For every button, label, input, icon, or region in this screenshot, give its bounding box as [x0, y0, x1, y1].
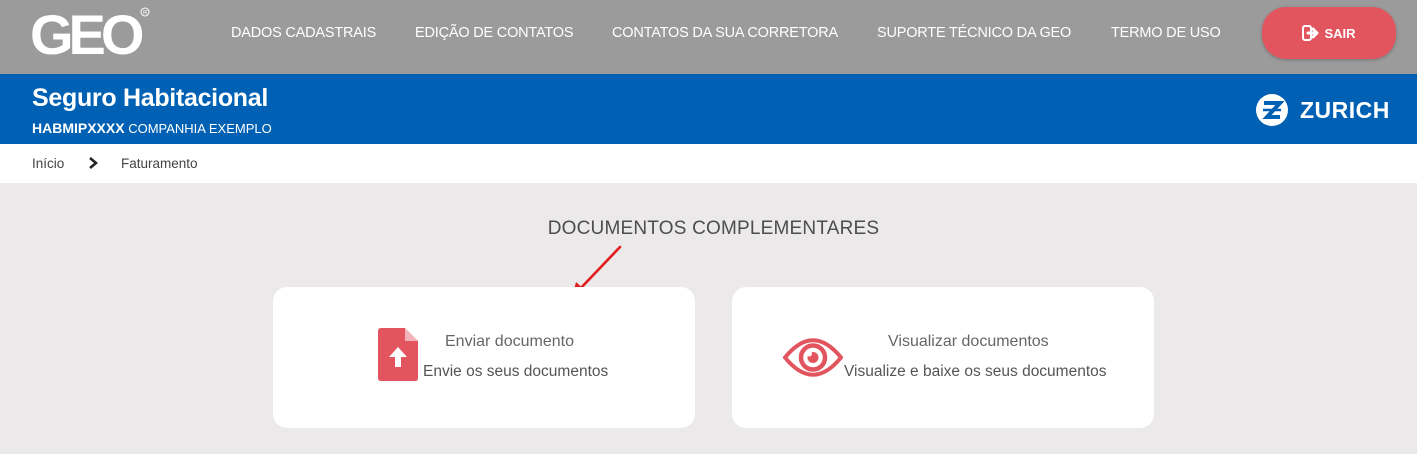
nav-termo-de-uso[interactable]: TERMO DE USO	[1111, 25, 1221, 43]
breadcrumb: Início Faturamento	[0, 144, 1417, 183]
sign-out-icon	[1302, 25, 1319, 41]
chevron-right-icon	[89, 157, 98, 169]
product-title: Seguro Habitacional	[32, 84, 269, 112]
breadcrumb-faturamento: Faturamento	[121, 156, 198, 171]
send-document-card[interactable]: Enviar documento Envie os seus documento…	[273, 287, 695, 428]
view-documents-title: Visualizar documentos	[888, 333, 1049, 350]
view-documents-description: Visualize e baixe os seus documentos	[844, 363, 1107, 380]
nav-dados-cadastrais[interactable]: DADOS CADASTRAIS	[231, 25, 376, 43]
send-document-description: Envie os seus documentos	[423, 363, 609, 380]
geo-logo[interactable]: GEO R	[30, 4, 154, 62]
company-name: COMPANHIA EXEMPLO	[124, 121, 272, 136]
eye-icon	[783, 338, 843, 377]
send-document-title: Enviar documento	[445, 333, 574, 350]
section-title: DOCUMENTOS COMPLEMENTARES	[547, 218, 880, 239]
breadcrumb-inicio[interactable]: Início	[32, 156, 64, 171]
insurer-logo: ZURICH	[1255, 93, 1390, 127]
product-subtitle: HABMIPXXXX COMPANHIA EXEMPLO	[32, 120, 272, 136]
logout-button[interactable]: SAIR	[1262, 7, 1396, 59]
policy-code: HABMIPXXXX	[32, 120, 125, 136]
nav-edicao-contatos[interactable]: EDIÇÃO DE CONTATOS	[415, 25, 574, 43]
nav-suporte-tecnico[interactable]: SUPORTE TÉCNICO DA GEO	[877, 25, 1071, 43]
view-documents-card[interactable]: Visualizar documentos Visualize e baixe …	[732, 287, 1154, 428]
svg-text:R: R	[143, 11, 148, 17]
svg-text:GEO: GEO	[30, 4, 143, 62]
geo-logo-mark: GEO R	[30, 4, 150, 62]
product-header: Seguro Habitacional HABMIPXXXX COMPANHIA…	[0, 74, 1417, 144]
insurer-name: ZURICH	[1300, 96, 1390, 123]
nav-contatos-corretora[interactable]: CONTATOS DA SUA CORRETORA	[612, 25, 838, 43]
file-upload-icon	[378, 328, 418, 381]
logout-label: SAIR	[1324, 25, 1356, 41]
zurich-logo-icon	[1256, 94, 1288, 126]
top-nav-bar: GEO R DADOS CADASTRAIS EDIÇÃO DE CONTATO…	[0, 0, 1417, 74]
